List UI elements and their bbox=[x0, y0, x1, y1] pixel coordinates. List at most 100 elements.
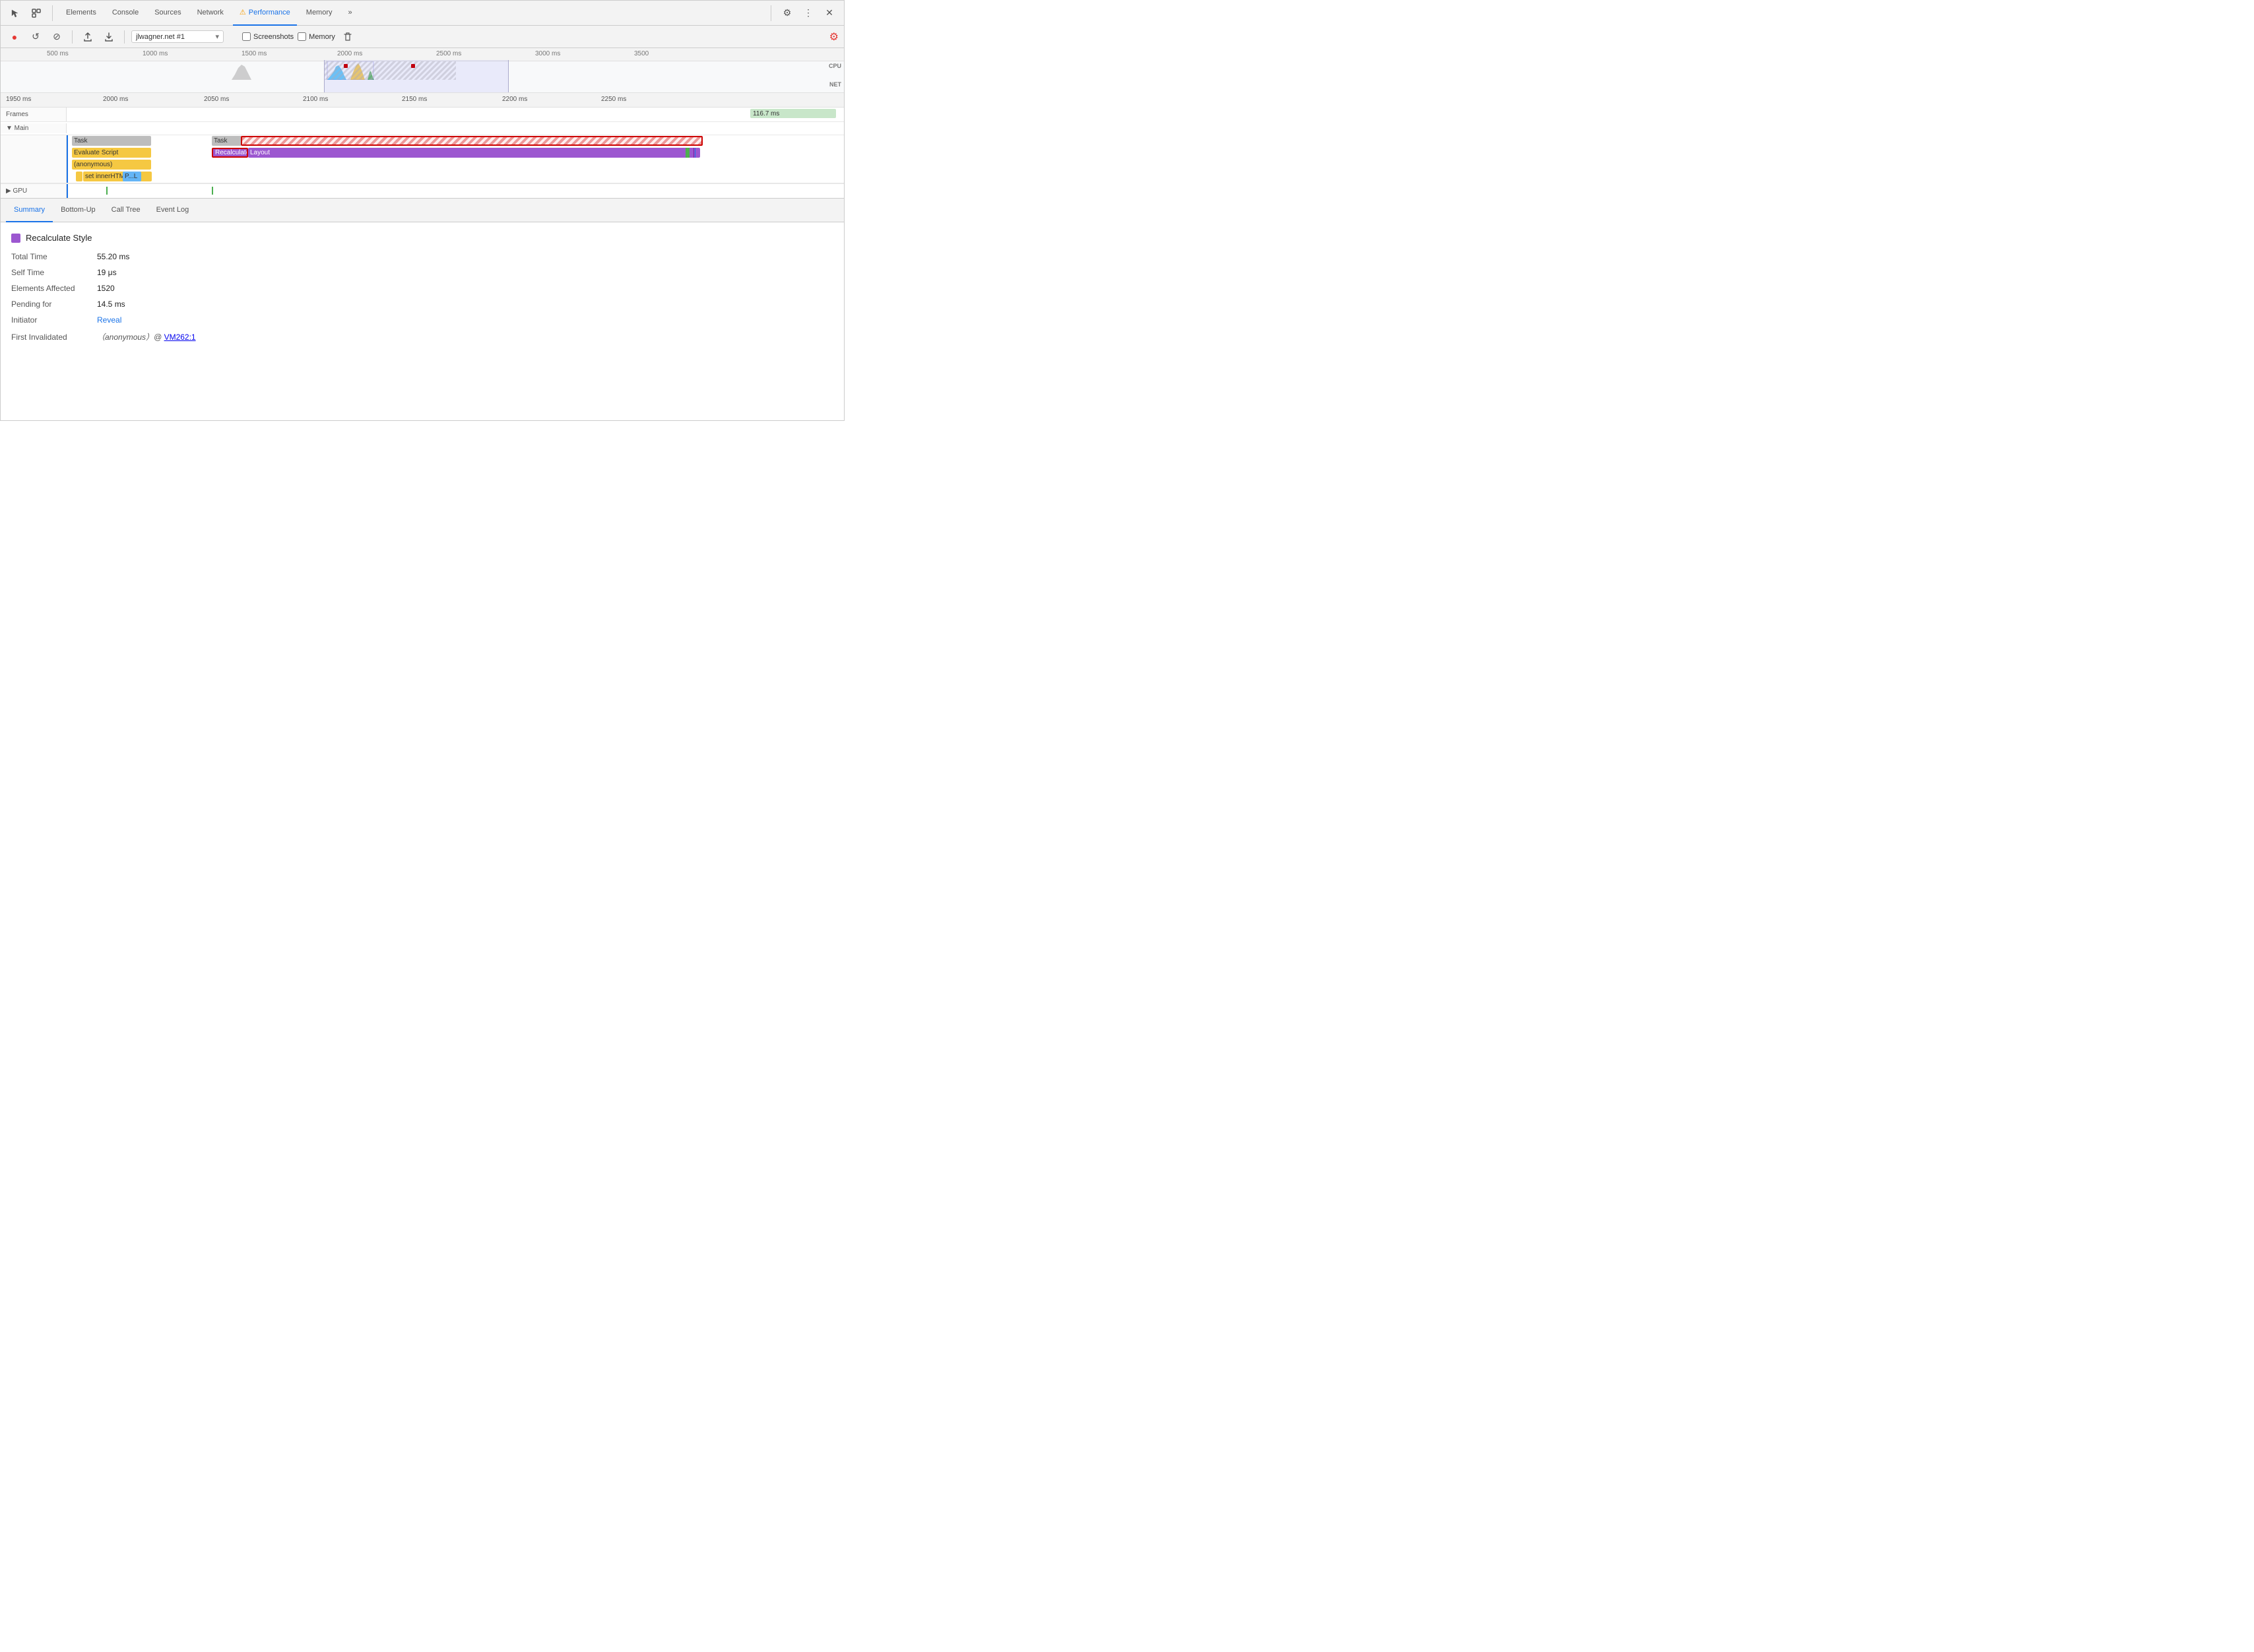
layout-green-block bbox=[686, 148, 690, 158]
main-label[interactable]: ▼ Main bbox=[1, 123, 67, 133]
devtools-tabbar: Elements Console Sources Network ⚠ Perfo… bbox=[1, 1, 844, 26]
url-selector[interactable]: jlwagner.net #1 ▾ bbox=[131, 30, 224, 43]
reload-button[interactable]: ↺ bbox=[27, 28, 44, 46]
gpu-label[interactable]: ▶ GPU bbox=[1, 184, 67, 198]
flame-evaluate-script[interactable]: Evaluate Script bbox=[72, 148, 151, 158]
gpu-row: ▶ GPU bbox=[1, 183, 844, 198]
layout-line bbox=[693, 148, 694, 158]
flame-row-1: Evaluate Script Recalculate Style Layout bbox=[1, 147, 844, 159]
ruler-tick: 3500 bbox=[634, 50, 649, 57]
main-header: ▼ Main bbox=[1, 122, 844, 135]
ruler-tick-2150: 2150 ms bbox=[402, 96, 427, 103]
tab-memory[interactable]: Memory bbox=[300, 1, 339, 26]
warning-icon: ⚠ bbox=[240, 8, 246, 16]
screenshots-checkbox[interactable]: Screenshots bbox=[242, 32, 294, 41]
tab-event-log[interactable]: Event Log bbox=[148, 199, 197, 222]
upload-button[interactable] bbox=[79, 28, 96, 46]
flame-task-hatch[interactable] bbox=[241, 136, 703, 146]
detail-ruler: 1950 ms 2000 ms 2050 ms 2100 ms 2150 ms … bbox=[1, 93, 844, 108]
frames-label: Frames bbox=[1, 108, 67, 121]
ruler-tick: 500 ms bbox=[47, 50, 69, 57]
ruler-tick: 1000 ms bbox=[143, 50, 168, 57]
topbar-right: ⚙ ⋮ ✕ bbox=[767, 4, 839, 22]
summary-pending-for: Pending for 14.5 ms bbox=[11, 300, 833, 309]
flame-content-0: Task Task bbox=[67, 135, 844, 147]
ruler-tick: 2000 ms bbox=[337, 50, 362, 57]
tab-sources[interactable]: Sources bbox=[148, 1, 187, 26]
flame-layout[interactable]: Layout bbox=[248, 148, 700, 158]
gpu-tick-2 bbox=[212, 187, 213, 195]
ruler-tick-2250: 2250 ms bbox=[601, 96, 626, 103]
ruler-tick: 2500 ms bbox=[436, 50, 461, 57]
summary-panel: Recalculate Style Total Time 55.20 ms Se… bbox=[1, 222, 844, 420]
flame-label-2 bbox=[1, 159, 67, 171]
sel-border bbox=[67, 184, 68, 198]
tab-console[interactable]: Console bbox=[106, 1, 145, 26]
flame-content-3: set innerHTML P...L bbox=[67, 171, 844, 183]
flame-content-2: (anonymous) bbox=[67, 159, 844, 171]
reveal-link[interactable]: Reveal bbox=[97, 315, 121, 325]
flame-label-1 bbox=[1, 147, 67, 159]
tab-performance[interactable]: ⚠ Performance bbox=[233, 1, 297, 26]
flame-pl[interactable]: P...L bbox=[123, 172, 141, 181]
flame-small-yellow-2[interactable] bbox=[141, 172, 152, 181]
ruler-tick: 3000 ms bbox=[535, 50, 560, 57]
settings-icon[interactable]: ⚙ bbox=[778, 4, 796, 22]
more-options-icon[interactable]: ⋮ bbox=[799, 4, 818, 22]
flame-anonymous[interactable]: (anonymous) bbox=[72, 160, 151, 170]
trash-icon[interactable] bbox=[339, 28, 356, 46]
summary-color-swatch bbox=[11, 234, 20, 243]
tab-more[interactable]: » bbox=[342, 1, 359, 26]
flame-label-3 bbox=[1, 171, 67, 183]
frame-bar[interactable]: 116.7 ms bbox=[750, 109, 836, 118]
summary-title: Recalculate Style bbox=[11, 233, 833, 243]
flame-task-2[interactable]: Task bbox=[212, 136, 242, 146]
ruler-tick-2200: 2200 ms bbox=[502, 96, 527, 103]
ruler-tick-1950: 1950 ms bbox=[6, 96, 31, 103]
flame-task-1[interactable]: Task bbox=[72, 136, 151, 146]
net-label: NET bbox=[829, 81, 841, 88]
tab-summary[interactable]: Summary bbox=[6, 199, 53, 222]
flame-content-1: Evaluate Script Recalculate Style Layout bbox=[67, 147, 844, 159]
overview-ruler: 500 ms 1000 ms 1500 ms 2000 ms 2500 ms 3… bbox=[1, 48, 844, 61]
ruler-tick-2100: 2100 ms bbox=[303, 96, 328, 103]
sel-border bbox=[67, 171, 68, 183]
overview-selection[interactable] bbox=[324, 60, 509, 92]
tab-elements[interactable]: Elements bbox=[59, 1, 103, 26]
summary-initiator: Initiator Reveal bbox=[11, 315, 833, 325]
divider bbox=[124, 30, 125, 44]
tab-network[interactable]: Network bbox=[191, 1, 230, 26]
timeline-container: 500 ms 1000 ms 1500 ms 2000 ms 2500 ms 3… bbox=[1, 48, 844, 199]
flame-small-yellow[interactable] bbox=[76, 172, 82, 181]
gpu-tick-1 bbox=[106, 187, 108, 195]
divider bbox=[52, 5, 53, 21]
memory-checkbox[interactable]: Memory bbox=[298, 32, 335, 41]
performance-toolbar: ● ↺ ⊘ jlwagner.net #1 ▾ Screenshots Memo… bbox=[1, 26, 844, 48]
summary-elements-affected: Elements Affected 1520 bbox=[11, 284, 833, 293]
tab-call-tree[interactable]: Call Tree bbox=[104, 199, 148, 222]
vm262-link[interactable]: VM262:1 bbox=[164, 333, 196, 342]
flame-row-2: (anonymous) bbox=[1, 159, 844, 171]
cpu-label: CPU bbox=[829, 63, 841, 69]
frames-row: Frames 116.7 ms bbox=[1, 108, 844, 122]
bottom-tabs: Summary Bottom-Up Call Tree Event Log bbox=[1, 199, 844, 222]
frames-content: 116.7 ms bbox=[67, 108, 844, 121]
cursor-icon[interactable] bbox=[6, 4, 24, 22]
ruler-tick-2050: 2050 ms bbox=[204, 96, 229, 103]
sel-border bbox=[67, 147, 68, 159]
close-icon[interactable]: ✕ bbox=[820, 4, 839, 22]
download-button[interactable] bbox=[100, 28, 117, 46]
summary-self-time: Self Time 19 μs bbox=[11, 268, 833, 277]
tab-bottom-up[interactable]: Bottom-Up bbox=[53, 199, 104, 222]
flame-label-0 bbox=[1, 135, 67, 147]
settings-red-icon[interactable]: ⚙ bbox=[829, 30, 839, 44]
record-button[interactable]: ● bbox=[6, 28, 23, 46]
divider bbox=[72, 30, 73, 44]
ruler-tick: 1500 ms bbox=[242, 50, 267, 57]
inspect-icon[interactable] bbox=[27, 4, 46, 22]
gpu-content bbox=[67, 184, 844, 198]
flame-recalculate-style[interactable]: Recalculate Style bbox=[212, 148, 248, 158]
overview-bar[interactable]: 500 ms 1000 ms 1500 ms 2000 ms 2500 ms 3… bbox=[1, 48, 844, 93]
ruler-tick-2000: 2000 ms bbox=[103, 96, 128, 103]
clear-button[interactable]: ⊘ bbox=[48, 28, 65, 46]
